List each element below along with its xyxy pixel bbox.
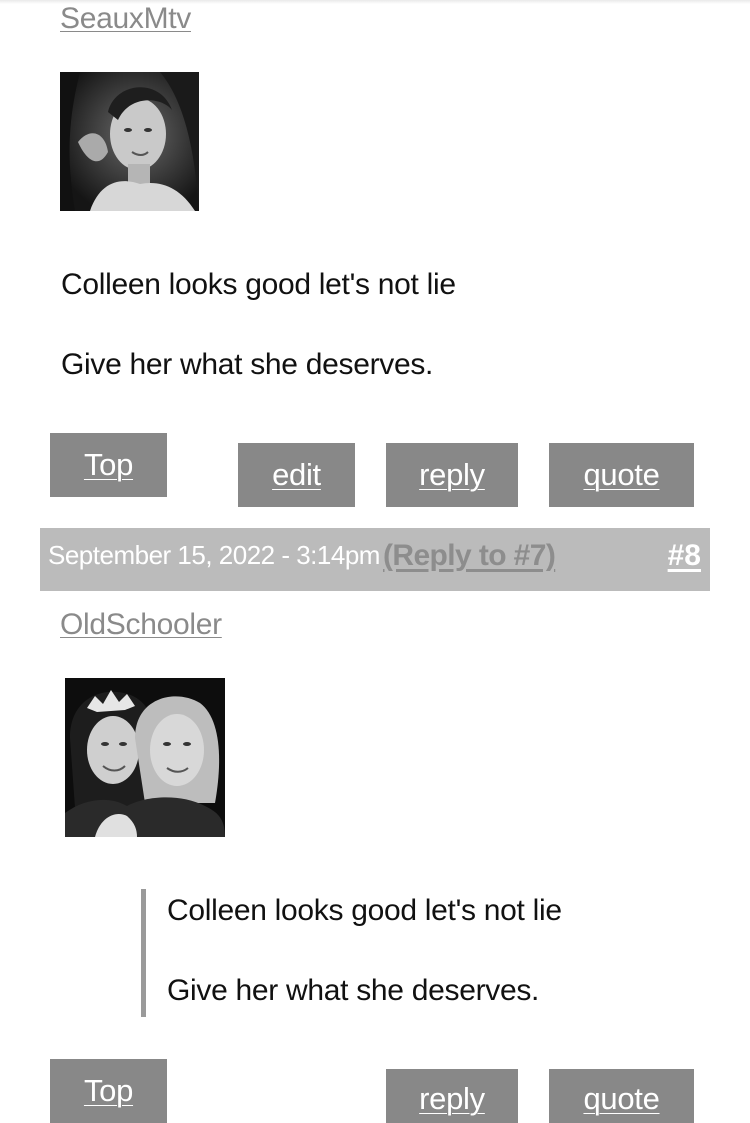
post-8-quote-button[interactable]: quote [549, 1069, 694, 1123]
post-8-username[interactable]: OldSchooler [60, 608, 222, 642]
post-7-line-1: Colleen looks good let's not lie [61, 268, 456, 301]
post-7-reply-button[interactable]: reply [386, 443, 518, 507]
quote-block-border [141, 889, 146, 1017]
post-8-header: September 15, 2022 - 3:14pm (Reply to #7… [40, 528, 710, 591]
post-8-quote-line-1: Colleen looks good let's not lie [167, 894, 562, 927]
post-7-line-2: Give her what she deserves. [61, 348, 434, 381]
post-8-permalink[interactable]: #8 [668, 539, 701, 573]
post-8-quote-line-2: Give her what she deserves. [167, 974, 540, 1007]
post-8-top-button[interactable]: Top [50, 1059, 167, 1123]
post-7-top-button[interactable]: Top [50, 433, 167, 497]
post-7-username[interactable]: SeauxMtv [60, 2, 191, 36]
post-8-avatar[interactable] [65, 678, 225, 837]
post-7-quote-button[interactable]: quote [549, 443, 694, 507]
avatar-portrait-two-women [65, 678, 225, 837]
post-7-edit-button[interactable]: edit [238, 443, 355, 507]
avatar-portrait-woman [60, 72, 199, 211]
post-8-reply-button[interactable]: reply [386, 1069, 518, 1123]
post-7-avatar[interactable] [60, 72, 199, 211]
post-8-date: September 15, 2022 - 3:14pm [48, 540, 380, 570]
post-8-reply-to-link[interactable]: (Reply to #7) [383, 539, 556, 573]
